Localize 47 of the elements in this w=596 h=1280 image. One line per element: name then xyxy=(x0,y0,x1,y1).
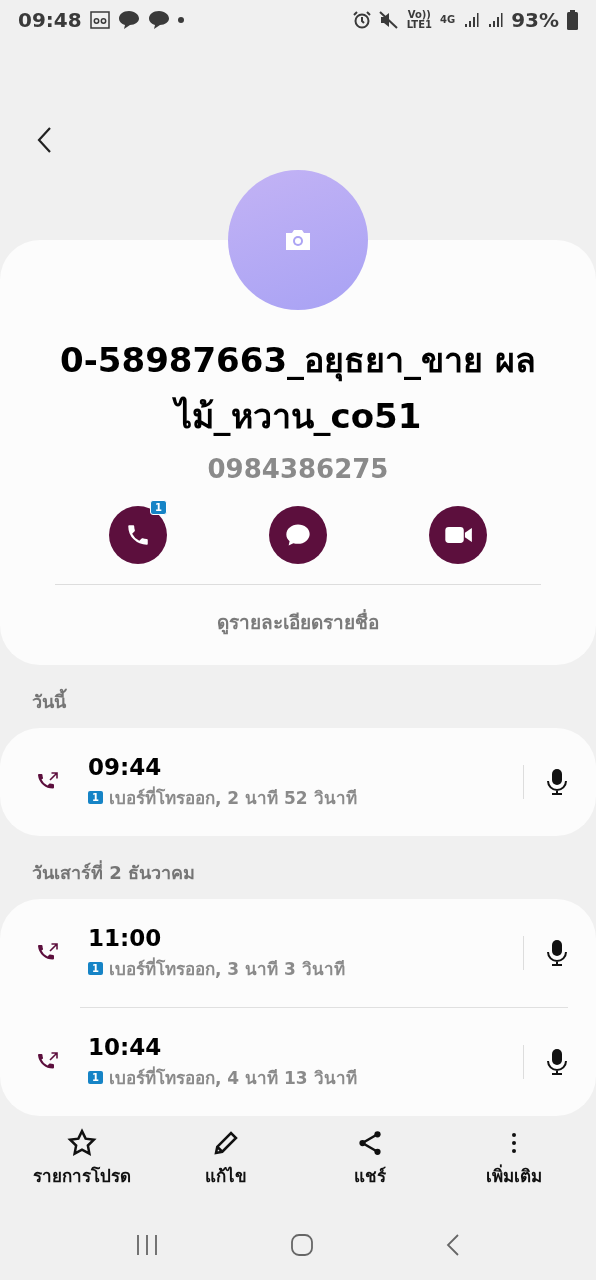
video-action-button[interactable] xyxy=(429,506,487,564)
call-detail: เบอร์ที่โทรออก, 3 นาที 3 วินาที xyxy=(108,956,345,981)
recording-button[interactable] xyxy=(546,939,568,967)
recent-apps-icon[interactable] xyxy=(135,1234,160,1256)
signal-icon xyxy=(463,12,480,28)
microphone-icon xyxy=(546,1048,568,1076)
battery-icon xyxy=(567,10,578,30)
mute-icon xyxy=(378,11,399,29)
clock: 09:48 xyxy=(18,8,82,32)
view-details-link[interactable]: ดูรายละเอียดรายชื่อ xyxy=(0,585,596,665)
star-icon xyxy=(67,1128,97,1158)
alarm-icon xyxy=(352,11,371,29)
call-detail: เบอร์ที่โทรออก, 2 นาที 52 วินาที xyxy=(108,785,357,810)
recording-button[interactable] xyxy=(546,768,568,796)
sim-badge: 1 xyxy=(150,500,167,515)
lte-label: LTE1 xyxy=(406,20,432,30)
call-time: 11:00 xyxy=(88,924,163,951)
microphone-icon xyxy=(546,768,568,796)
chat-app-icon xyxy=(147,10,170,30)
home-icon[interactable] xyxy=(290,1233,314,1257)
share-button[interactable]: แชร์ xyxy=(305,1127,435,1190)
dot-icon xyxy=(177,17,184,23)
call-detail: เบอร์ที่โทรออก, 4 นาที 13 วินาที xyxy=(108,1065,357,1090)
star-button[interactable]: รายการโปรด xyxy=(17,1127,147,1190)
battery-percentage: 93% xyxy=(511,8,559,32)
sim-badge: 1 xyxy=(88,961,103,975)
sim-badge: 1 xyxy=(88,790,103,804)
voicemail-icon xyxy=(89,11,110,29)
network-type-label: 4G xyxy=(439,15,456,25)
call-time: 10:44 xyxy=(88,1033,163,1060)
date-header: วันนี้ xyxy=(0,665,596,728)
volte-label: Vo)) xyxy=(407,10,431,20)
recording-button[interactable] xyxy=(546,1048,568,1076)
phone-number: 0984386275 xyxy=(206,454,390,484)
chat-app-icon xyxy=(117,10,140,30)
sim-badge: 1 xyxy=(88,1070,103,1084)
camera-icon xyxy=(283,228,313,252)
edit-button[interactable]: แก้ไข xyxy=(161,1127,291,1190)
contact-name: 0-58987663_อยุธยา_ขาย ผลไม้_หวาน_co51 xyxy=(59,339,537,438)
phone-icon xyxy=(125,522,151,548)
microphone-icon xyxy=(546,939,568,967)
message-action-button[interactable] xyxy=(269,506,327,564)
call-time: 09:44 xyxy=(88,753,163,780)
date-header: วันเสาร์ที่ 2 ธันวาคม xyxy=(31,859,197,885)
signal-icon xyxy=(487,12,504,28)
more-button[interactable]: เพิ่มเติม xyxy=(449,1127,579,1190)
back-icon[interactable] xyxy=(444,1233,461,1257)
